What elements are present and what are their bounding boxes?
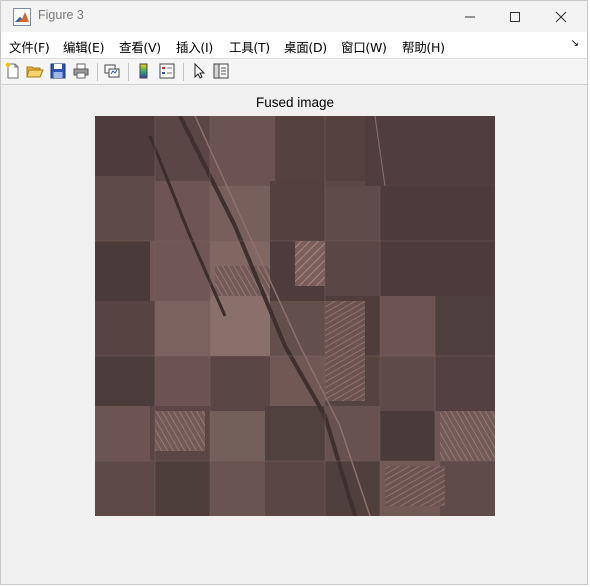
figure-window: Figure 3 文件(F) 编辑(E) 查看(V) 插入(I) 工具(T) 桌…	[0, 0, 588, 585]
menu-tools[interactable]: 工具(T)	[229, 37, 270, 56]
maximize-icon	[510, 11, 520, 22]
menu-view[interactable]: 查看(V)	[119, 37, 161, 56]
colorbar-icon[interactable]	[135, 62, 153, 80]
toolbar-separator	[128, 63, 129, 81]
new-figure-icon[interactable]	[4, 62, 22, 80]
maximize-button[interactable]	[492, 1, 538, 32]
toolbar-separator	[97, 63, 98, 81]
menu-help[interactable]: 帮助(H)	[402, 37, 445, 56]
menu-insert[interactable]: 插入(I)	[176, 37, 213, 56]
matlab-icon	[13, 8, 31, 26]
property-inspector-icon[interactable]	[212, 62, 230, 80]
menu-edit[interactable]: 编辑(E)	[63, 37, 104, 56]
menu-window[interactable]: 窗口(W)	[341, 37, 387, 56]
minimize-icon	[465, 16, 475, 17]
title-bar: Figure 3	[1, 1, 587, 32]
menu-file[interactable]: 文件(F)	[9, 37, 50, 56]
close-button[interactable]	[538, 1, 584, 32]
legend-icon[interactable]	[158, 62, 176, 80]
figure-canvas[interactable]: Fused image	[8, 86, 582, 580]
fused-image[interactable]	[95, 116, 495, 516]
menu-desktop[interactable]: 桌面(D)	[284, 37, 327, 56]
toolbar	[1, 58, 587, 85]
toolbar-separator	[183, 63, 184, 81]
open-file-icon[interactable]	[26, 62, 44, 80]
window-title: Figure 3	[38, 8, 84, 22]
save-icon[interactable]	[49, 62, 67, 80]
print-icon[interactable]	[72, 62, 90, 80]
menu-overflow-icon[interactable]: ↘	[571, 38, 579, 49]
minimize-button[interactable]	[447, 1, 493, 32]
edit-plot-icon[interactable]	[190, 62, 208, 80]
plot-title: Fused image	[255, 95, 335, 110]
close-icon	[555, 11, 567, 22]
menu-bar: 文件(F) 编辑(E) 查看(V) 插入(I) 工具(T) 桌面(D) 窗口(W…	[1, 32, 587, 58]
link-plot-icon[interactable]	[103, 62, 121, 80]
